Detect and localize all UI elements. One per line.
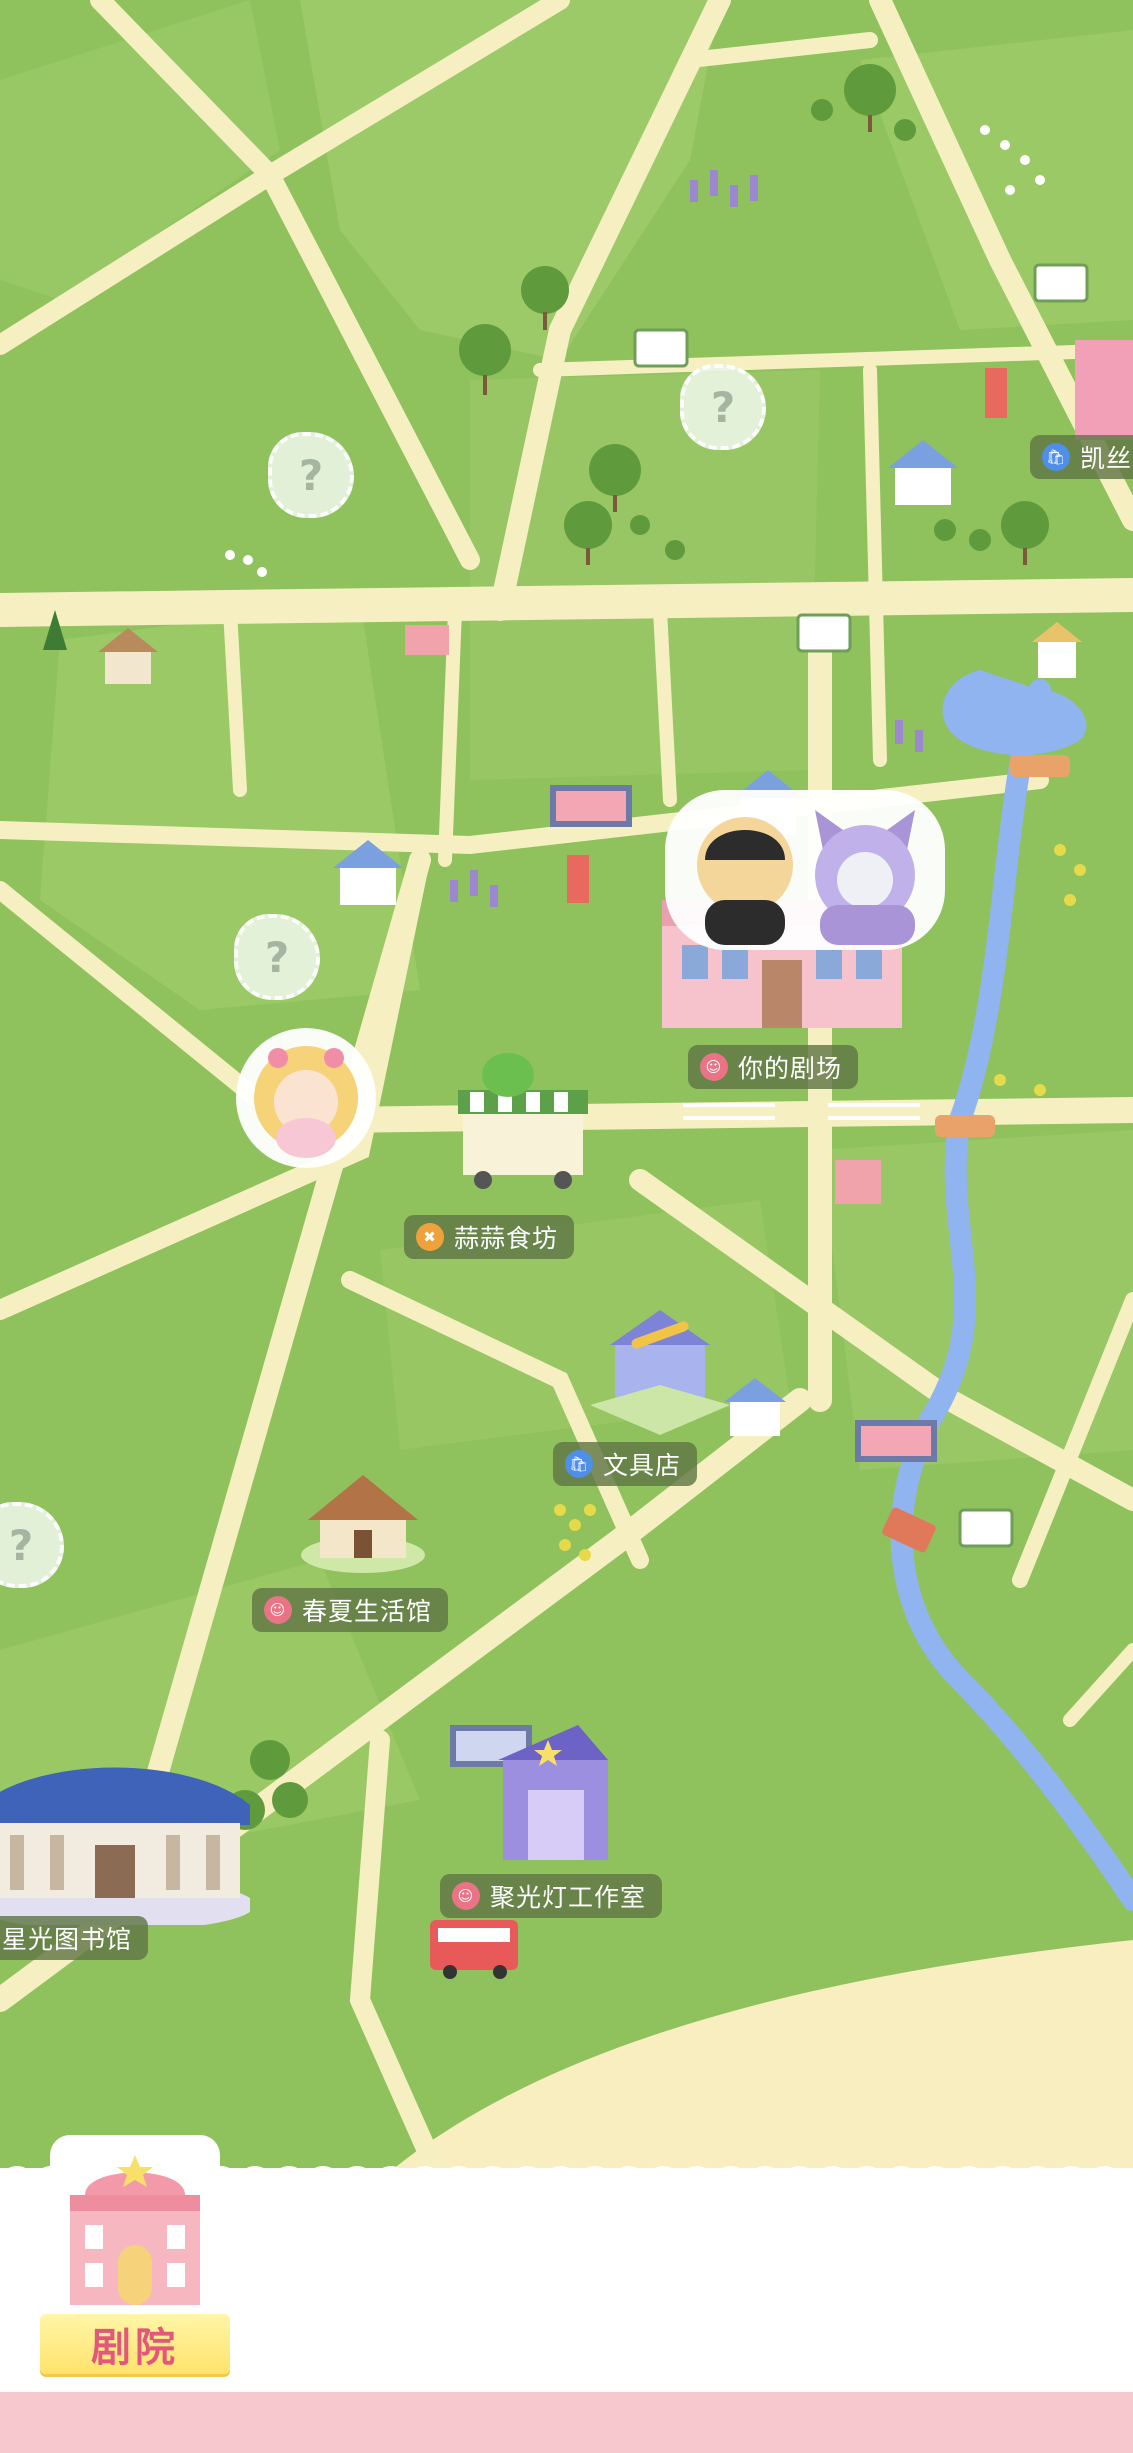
theater-nav-button[interactable]: 剧院	[40, 2125, 230, 2385]
location-label-garlic-diner[interactable]: ✖ 蒜蒜食坊	[404, 1215, 575, 1259]
mystery-spot-2[interactable]: ?	[680, 364, 766, 450]
location-name: 你的剧场	[738, 1054, 843, 1083]
location-name: 文具店	[603, 1451, 682, 1480]
location-name: 聚光灯工作室	[490, 1883, 647, 1912]
location-label-your-theater[interactable]: ☺ 你的剧场	[688, 1045, 859, 1089]
blonde-girl-illustration	[254, 1046, 358, 1158]
location-label-starlight-library[interactable]: 星光图书馆	[0, 1916, 149, 1960]
location-name: 星光图书馆	[2, 1925, 133, 1954]
location-label-spotlight-studio[interactable]: ☺ 聚光灯工作室	[440, 1874, 663, 1918]
theater-mask-icon: ☺	[700, 1053, 728, 1081]
garlic-diner-building[interactable]	[448, 1050, 598, 1190]
theater-characters-sticker[interactable]	[665, 790, 945, 950]
shopping-bag-icon: 🛍	[1042, 443, 1070, 471]
blonde-girl-sticker[interactable]	[236, 1028, 376, 1168]
shopping-bag-icon: 🛍	[565, 1450, 593, 1478]
theater-mask-icon: ☺	[264, 1596, 292, 1624]
fork-knife-icon: ✖	[416, 1223, 444, 1251]
location-name: 春夏生活馆	[302, 1597, 433, 1626]
bottom-pink-strip	[0, 2392, 1133, 2453]
theater-nav-label: 剧院	[40, 2314, 230, 2374]
theater-building-icon	[50, 2135, 220, 2325]
stationery-building[interactable]	[590, 1305, 730, 1435]
location-name: 凯丝	[1080, 444, 1133, 473]
mystery-spot-1[interactable]: ?	[268, 432, 354, 518]
characters-illustration	[697, 810, 915, 945]
city-map[interactable]: ? ? ? ? 🛍 凯丝 ☺ 你的剧场 ✖ 蒜蒜食坊 🛍 文具店 ☺ 春夏生活馆…	[0, 0, 1133, 2180]
location-label-stationery[interactable]: 🛍 文具店	[553, 1442, 698, 1486]
location-name: 蒜蒜食坊	[454, 1224, 559, 1253]
mystery-spot-3[interactable]: ?	[234, 914, 320, 1000]
location-label-kaisi[interactable]: 🛍 凯丝	[1030, 435, 1133, 479]
theater-mask-icon: ☺	[452, 1882, 480, 1910]
location-label-spring-summer-hall[interactable]: ☺ 春夏生活馆	[252, 1588, 449, 1632]
spring-summer-hall-building[interactable]	[298, 1465, 428, 1575]
spotlight-studio-building[interactable]	[488, 1720, 618, 1870]
starlight-library-building[interactable]	[0, 1735, 250, 1925]
